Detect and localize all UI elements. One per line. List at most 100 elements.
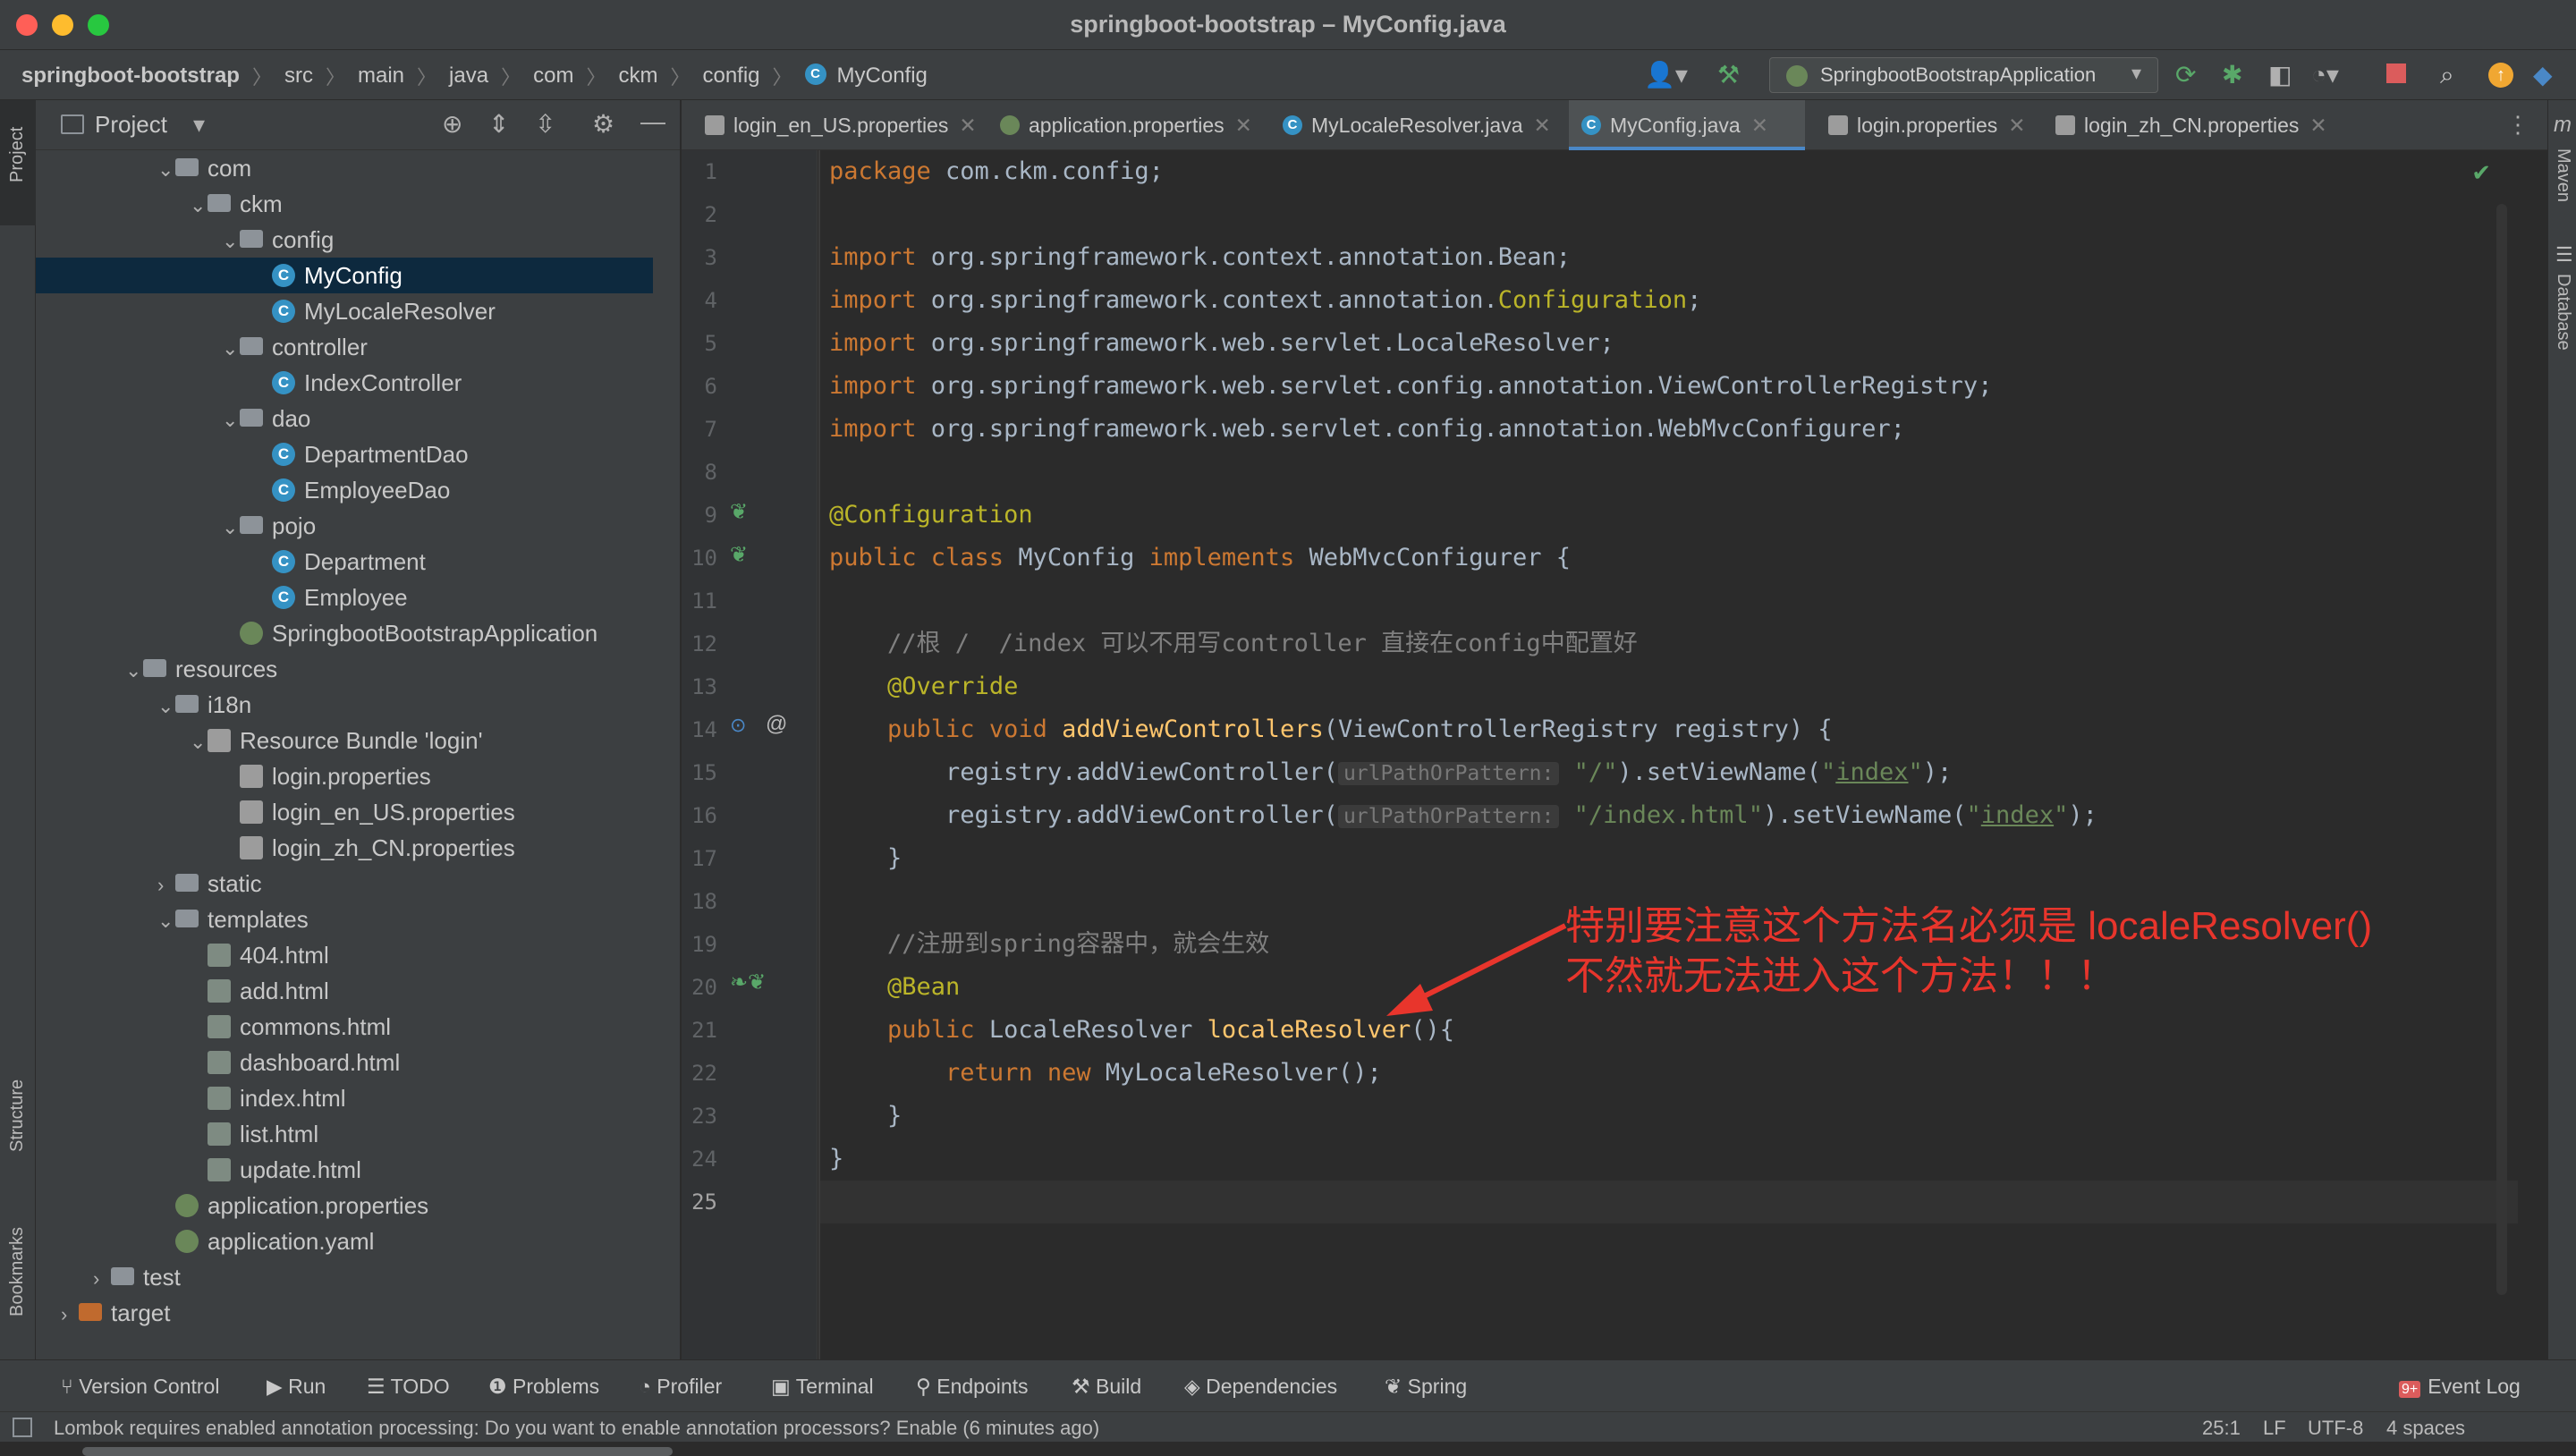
spring-bean-gutter-icon[interactable]: ❦	[730, 542, 748, 568]
breadcrumb-src[interactable]: src	[284, 63, 313, 89]
tree-item[interactable]: ⌄ dao	[36, 401, 653, 436]
close-tab-icon[interactable]: ✕	[1751, 114, 1768, 137]
tree-item[interactable]: ⌄ config	[36, 222, 653, 258]
editor-tab[interactable]: login_zh_CN.properties ✕	[2043, 100, 2329, 150]
tree-item[interactable]: ⌄ controller	[36, 329, 653, 365]
search-icon[interactable]: ⌕	[2440, 61, 2454, 89]
indent-setting[interactable]: 4 spaces	[2386, 1417, 2465, 1440]
chevron-down-icon[interactable]: ⌄	[157, 903, 175, 937]
tree-item[interactable]: index.html	[36, 1080, 653, 1116]
tree-item[interactable]: C IndexController	[36, 365, 653, 401]
spring-tab[interactable]: ❦ Spring	[1385, 1375, 1467, 1399]
editor-tab[interactable]: application.properties ✕	[987, 100, 1256, 150]
tree-item[interactable]: SpringbootBootstrapApplication	[36, 615, 653, 651]
bookmarks-tool-button[interactable]: Bookmarks	[7, 1227, 28, 1316]
tree-item[interactable]: ⌄ Resource Bundle 'login'	[36, 723, 653, 758]
user-icon[interactable]: 👤▾	[1644, 61, 1688, 89]
tree-item[interactable]: C EmployeeDao	[36, 472, 653, 508]
no-problems-check-icon[interactable]: ✔	[2471, 159, 2491, 187]
editor-tab[interactable]: C MyConfig.java ✕	[1569, 100, 1805, 150]
close-tab-icon[interactable]: ✕	[1235, 114, 1252, 137]
structure-tool-button[interactable]: Structure	[7, 1079, 28, 1152]
tree-item[interactable]: C MyConfig	[36, 258, 653, 293]
tree-item[interactable]: ⌄ com	[36, 150, 653, 186]
bean-gutter-icon[interactable]: ❧❦	[730, 969, 766, 995]
editor-tab[interactable]: login_en_US.properties ✕	[692, 100, 977, 150]
more-tabs-icon[interactable]: ⋮	[2506, 111, 2529, 139]
terminal-tab[interactable]: ▣ Terminal	[771, 1375, 874, 1399]
tree-item[interactable]: application.properties	[36, 1188, 653, 1223]
tree-item[interactable]: dashboard.html	[36, 1045, 653, 1080]
breadcrumb-myconfig[interactable]: MyConfig	[837, 63, 928, 89]
tree-item[interactable]: C MyLocaleResolver	[36, 293, 653, 329]
close-tab-icon[interactable]: ✕	[959, 114, 976, 137]
profiler-tab[interactable]: ◔ Profiler	[639, 1375, 722, 1399]
editor-tab[interactable]: login.properties ✕	[1816, 100, 2030, 150]
tree-item[interactable]: › static	[36, 866, 653, 902]
run-configuration-select[interactable]: SpringbootBootstrapApplication ▾	[1769, 57, 2158, 93]
stop-icon[interactable]	[2386, 63, 2406, 83]
chevron-right-icon[interactable]: ›	[157, 868, 175, 902]
expand-all-icon[interactable]: ⇕	[488, 109, 509, 139]
tree-item[interactable]: › test	[36, 1259, 653, 1295]
override-gutter-icon[interactable]: ⊙	[730, 714, 746, 737]
tree-scrollbar-horizontal[interactable]	[82, 1447, 673, 1456]
tree-item[interactable]: ⌄ resources	[36, 651, 653, 687]
chevron-down-icon[interactable]: ⌄	[157, 689, 175, 723]
editor-tab[interactable]: C MyLocaleResolver.java ✕	[1270, 100, 1556, 150]
tree-item[interactable]: C Employee	[36, 580, 653, 615]
chevron-down-icon[interactable]: ⌄	[222, 331, 240, 365]
tree-item[interactable]: list.html	[36, 1116, 653, 1152]
tree-item[interactable]: ⌄ templates	[36, 902, 653, 937]
tree-item[interactable]: ⌄ pojo	[36, 508, 653, 544]
update-icon[interactable]: ↑	[2488, 63, 2513, 88]
problems-tab[interactable]: ❶ Problems	[488, 1375, 599, 1399]
tree-item[interactable]: C DepartmentDao	[36, 436, 653, 472]
tree-item[interactable]: add.html	[36, 973, 653, 1009]
collapse-all-icon[interactable]: ⇳	[535, 109, 555, 139]
spring-config-gutter-icon[interactable]: ❦	[730, 499, 748, 525]
plugin-icon[interactable]: ◆	[2533, 61, 2553, 89]
tree-item[interactable]: 404.html	[36, 937, 653, 973]
file-encoding[interactable]: UTF-8	[2308, 1417, 2363, 1440]
breadcrumb-com[interactable]: com	[533, 63, 573, 89]
breadcrumb-ckm[interactable]: ckm	[618, 63, 657, 89]
close-tab-icon[interactable]: ✕	[2309, 114, 2326, 137]
profile-icon[interactable]: ◔▾	[2311, 61, 2339, 89]
chevron-down-icon[interactable]: ▾	[193, 111, 205, 139]
rerun-icon[interactable]: ⟳	[2175, 61, 2196, 89]
chevron-right-icon[interactable]: ›	[93, 1261, 111, 1295]
version-control-tab[interactable]: ⑂ Version Control	[61, 1375, 219, 1399]
toggle-tool-windows-icon[interactable]	[13, 1418, 32, 1437]
tree-item[interactable]: commons.html	[36, 1009, 653, 1045]
chevron-down-icon[interactable]: ⌄	[157, 152, 175, 186]
tree-item[interactable]: ⌄ i18n	[36, 687, 653, 723]
tree-item[interactable]: update.html	[36, 1152, 653, 1188]
hide-panel-icon[interactable]: —	[640, 107, 665, 136]
tree-item[interactable]: › target	[36, 1295, 653, 1331]
coverage-icon[interactable]: ◧	[2268, 61, 2292, 89]
maven-tool-button[interactable]: Maven	[2553, 148, 2573, 202]
chevron-down-icon[interactable]: ⌄	[222, 402, 240, 436]
breadcrumb-main[interactable]: main	[358, 63, 404, 89]
chevron-down-icon[interactable]: ⌄	[222, 224, 240, 258]
build-hammer-icon[interactable]: ⚒	[1717, 61, 1740, 89]
dependencies-tab[interactable]: ◈ Dependencies	[1184, 1375, 1337, 1399]
debug-icon[interactable]: ✱	[2222, 61, 2242, 89]
chevron-down-icon[interactable]: ⌄	[125, 653, 143, 687]
tree-item[interactable]: login.properties	[36, 758, 653, 794]
mapping-gutter-icon[interactable]: @	[766, 712, 787, 737]
close-tab-icon[interactable]: ✕	[1534, 114, 1551, 137]
tree-item[interactable]: application.yaml	[36, 1223, 653, 1259]
endpoints-tab[interactable]: ⚲ Endpoints	[916, 1375, 1029, 1399]
project-view-title[interactable]: Project	[95, 111, 167, 139]
code-editor[interactable]: ✔ package com.ckm.config; import org.spri…	[818, 150, 2518, 1359]
status-message[interactable]: Lombok requires enabled annotation proce…	[54, 1417, 1099, 1440]
chevron-right-icon[interactable]: ›	[61, 1297, 79, 1331]
caret-position[interactable]: 25:1	[2202, 1417, 2241, 1440]
editor-scrollbar[interactable]	[2496, 204, 2507, 1295]
run-tab[interactable]: ▶ Run	[267, 1375, 326, 1399]
breadcrumb-config[interactable]: config	[702, 63, 759, 89]
build-tab[interactable]: ⚒ Build	[1072, 1375, 1141, 1399]
todo-tab[interactable]: ☰ TODO	[367, 1375, 450, 1399]
